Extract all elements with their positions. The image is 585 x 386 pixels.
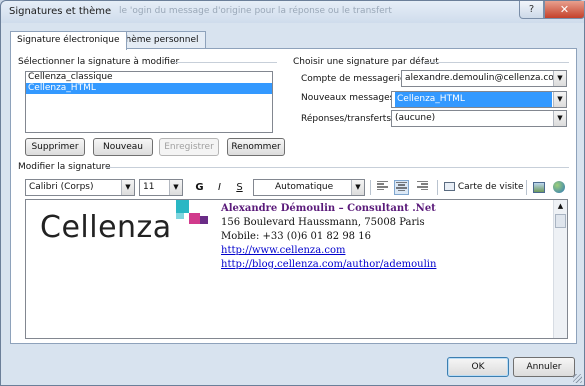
signatures-dialog: Signatures et thème le 'ogin du message … — [0, 0, 585, 386]
toolbar-separator — [526, 180, 527, 195]
new-messages-label: Nouveaux messages : — [301, 93, 401, 103]
signature-mobile: Mobile: +33 (0)6 01 82 98 16 — [221, 231, 371, 242]
rename-button[interactable]: Renommer — [227, 138, 285, 156]
background-window-text: le 'ogin du message d'origine pour la ré… — [119, 6, 392, 16]
delete-button[interactable]: Supprimer — [25, 138, 85, 156]
account-select[interactable]: alexandre.demoulin@cellenza.com ▼ — [401, 70, 567, 87]
tab-label: Signature électronique — [17, 35, 120, 45]
signature-editor[interactable]: Cellenza Alexandre Démoulin – Consultant… — [25, 199, 568, 339]
font-color-select[interactable]: Automatique ▼ — [253, 179, 365, 196]
underline-button[interactable]: S — [232, 180, 247, 195]
align-center-icon — [396, 181, 407, 192]
new-messages-value: Cellenza_HTML — [395, 92, 552, 107]
chevron-down-icon: ▼ — [553, 111, 566, 126]
section-divider — [173, 62, 277, 63]
chevron-down-icon: ▼ — [169, 180, 182, 195]
close-button[interactable]: ✕ — [544, 1, 585, 19]
globe-link-icon — [552, 181, 565, 193]
font-size-select[interactable]: 11 ▼ — [139, 179, 183, 196]
chevron-down-icon: ▼ — [351, 180, 364, 195]
replies-value: (aucune) — [395, 113, 436, 123]
signature-website-link[interactable]: http://www.cellenza.com — [221, 245, 345, 256]
toolbar-separator — [370, 180, 371, 195]
insert-picture-button[interactable] — [531, 180, 546, 195]
edit-signature-title: Modifier la signature — [18, 162, 111, 172]
tab-theme-personnel[interactable]: Thème personnel — [113, 31, 206, 49]
scroll-thumb[interactable] — [555, 214, 566, 228]
account-label: Compte de messagerie : — [301, 74, 412, 84]
align-right-icon — [417, 180, 428, 191]
font-value: Calibri (Corps) — [29, 182, 94, 192]
align-right-button[interactable] — [415, 180, 430, 195]
help-button[interactable]: ? — [519, 1, 544, 19]
chevron-down-icon: ▼ — [553, 71, 566, 86]
signature-name: Alexandre Démoulin – Consultant .Net — [221, 203, 436, 214]
chevron-down-icon: ▼ — [553, 92, 566, 107]
font-color-value: Automatique — [275, 182, 334, 192]
replies-select[interactable]: (aucune) ▼ — [391, 110, 567, 127]
signature-blog-link[interactable]: http://blog.cellenza.com/author/ademouli… — [221, 259, 436, 270]
close-icon: ✕ — [559, 3, 570, 16]
font-select[interactable]: Calibri (Corps) ▼ — [25, 179, 135, 196]
bold-button[interactable]: G — [192, 180, 207, 195]
cellenza-logo: Cellenza — [40, 210, 172, 245]
resize-grip[interactable] — [573, 374, 582, 383]
align-center-button[interactable] — [394, 180, 409, 195]
select-signature-title: Sélectionner la signature à modifier — [18, 57, 180, 67]
dialog-title: Signatures et thème — [9, 6, 112, 17]
section-divider — [425, 62, 569, 63]
question-icon: ? — [528, 4, 535, 15]
tab-label: Thème personnel — [120, 35, 199, 45]
new-messages-select[interactable]: Cellenza_HTML ▼ — [391, 91, 567, 108]
default-signature-title: Choisir une signature par défaut — [293, 57, 439, 67]
cancel-button[interactable]: Annuler — [513, 357, 575, 377]
ok-button[interactable]: OK — [447, 357, 509, 377]
align-left-button[interactable] — [375, 180, 390, 195]
align-left-icon — [377, 180, 388, 191]
save-button[interactable]: Enregistrer — [159, 138, 219, 156]
cellenza-logo-squares — [176, 200, 208, 224]
toolbar-separator — [437, 180, 438, 195]
signature-address: 156 Boulevard Haussmann, 75008 Paris — [221, 217, 425, 228]
font-size-value: 11 — [143, 182, 155, 192]
picture-icon — [532, 181, 545, 193]
tab-signature-electronique[interactable]: Signature électronique — [10, 31, 127, 50]
section-divider — [106, 167, 569, 168]
scroll-up-icon[interactable]: ▲ — [554, 200, 567, 213]
business-card-label: Carte de visite — [457, 182, 524, 192]
business-card-icon — [444, 182, 455, 191]
business-card-button[interactable]: Carte de visite — [444, 180, 524, 195]
list-item[interactable]: Cellenza_classique — [26, 72, 272, 83]
signature-list[interactable]: Cellenza_classique Cellenza_HTML — [25, 71, 273, 133]
title-bar: Signatures et thème le 'ogin du message … — [1, 1, 585, 23]
chevron-down-icon: ▼ — [121, 180, 134, 195]
account-value: alexandre.demoulin@cellenza.com — [405, 73, 563, 83]
italic-button[interactable]: I — [212, 180, 227, 195]
replies-label: Réponses/transferts : — [301, 114, 397, 124]
list-item-selected[interactable]: Cellenza_HTML — [26, 83, 272, 94]
insert-hyperlink-button[interactable] — [551, 180, 566, 195]
editor-scrollbar[interactable]: ▲ — [553, 200, 567, 338]
new-button[interactable]: Nouveau — [93, 138, 153, 156]
